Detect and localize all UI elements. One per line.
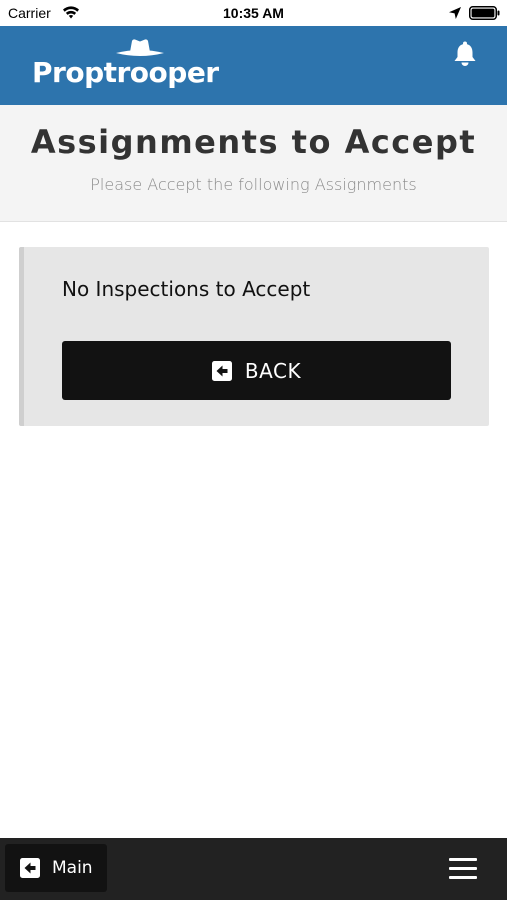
main-button[interactable]: Main	[5, 844, 107, 892]
bell-icon[interactable]	[452, 40, 478, 68]
back-button-label: BACK	[244, 358, 302, 383]
bottom-nav-bar: Main	[0, 838, 507, 900]
logo-text: Proptrooper	[32, 56, 219, 89]
status-bar: Carrier 10:35 AM	[0, 0, 507, 26]
arrow-left-square-icon	[20, 858, 40, 878]
hamburger-menu-icon[interactable]	[449, 858, 477, 880]
main-button-label: Main	[52, 858, 93, 878]
location-icon	[449, 7, 461, 19]
empty-assignments-card: No Inspections to Accept BACK	[19, 247, 489, 426]
arrow-left-square-icon	[211, 360, 232, 381]
page-title: Assignments to Accept	[30, 123, 477, 161]
back-button[interactable]: BACK	[62, 341, 451, 400]
page-subtitle: Please Accept the following Assignments	[90, 175, 417, 194]
battery-icon	[469, 6, 500, 20]
proptrooper-logo[interactable]: Proptrooper	[32, 38, 219, 90]
empty-message: No Inspections to Accept	[62, 277, 311, 301]
title-section: Assignments to Accept Please Accept the …	[0, 105, 507, 222]
status-time: 10:35 AM	[223, 5, 284, 21]
app-header: Proptrooper	[0, 26, 507, 105]
